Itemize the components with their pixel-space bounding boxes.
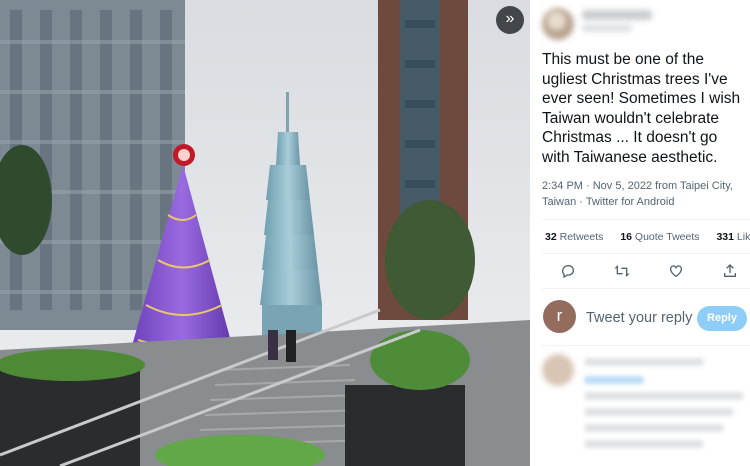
reply-icon[interactable] [560, 263, 576, 279]
tweet-actions [560, 263, 738, 279]
divider [542, 219, 750, 220]
photo-scene [0, 0, 530, 466]
quotes-stat[interactable]: 16 Quote Tweets [620, 231, 699, 243]
redacted-line [584, 392, 744, 400]
redacted-line [584, 440, 704, 448]
user-avatar[interactable]: r [543, 300, 576, 333]
tweet-photo[interactable]: » [0, 0, 530, 466]
reply-button[interactable]: Reply [697, 306, 747, 331]
divider [542, 345, 750, 346]
double-chevron-right-icon: » [505, 10, 515, 27]
expand-sidebar-button[interactable]: » [496, 6, 524, 34]
tweet-timestamp[interactable]: 2:34 PM · Nov 5, 2022 from Taipei City, … [542, 179, 746, 210]
retweets-stat[interactable]: 32 Retweets [545, 231, 603, 243]
author-name-redacted[interactable] [582, 10, 652, 20]
tweet-sidebar: This must be one of the ugliest Christma… [530, 0, 750, 466]
redacted-line [584, 376, 644, 384]
reply-input[interactable]: Tweet your reply [586, 310, 692, 326]
author-handle-redacted [582, 24, 632, 32]
redacted-line [584, 358, 704, 366]
tweet-text: This must be one of the ugliest Christma… [542, 51, 741, 166]
reply-author-avatar[interactable] [542, 354, 574, 386]
share-icon[interactable] [722, 263, 738, 279]
author-avatar[interactable] [542, 8, 574, 40]
heart-icon[interactable] [668, 263, 684, 279]
retweet-icon[interactable] [614, 263, 630, 279]
divider [542, 253, 750, 254]
reply-tweet-redacted[interactable] [542, 354, 750, 466]
divider [542, 288, 750, 289]
redacted-line [584, 424, 724, 432]
redacted-line [584, 408, 734, 416]
tweet-stats: 32 Retweets 16 Quote Tweets 331 Likes [545, 231, 750, 243]
likes-stat[interactable]: 331 Likes [716, 231, 750, 243]
